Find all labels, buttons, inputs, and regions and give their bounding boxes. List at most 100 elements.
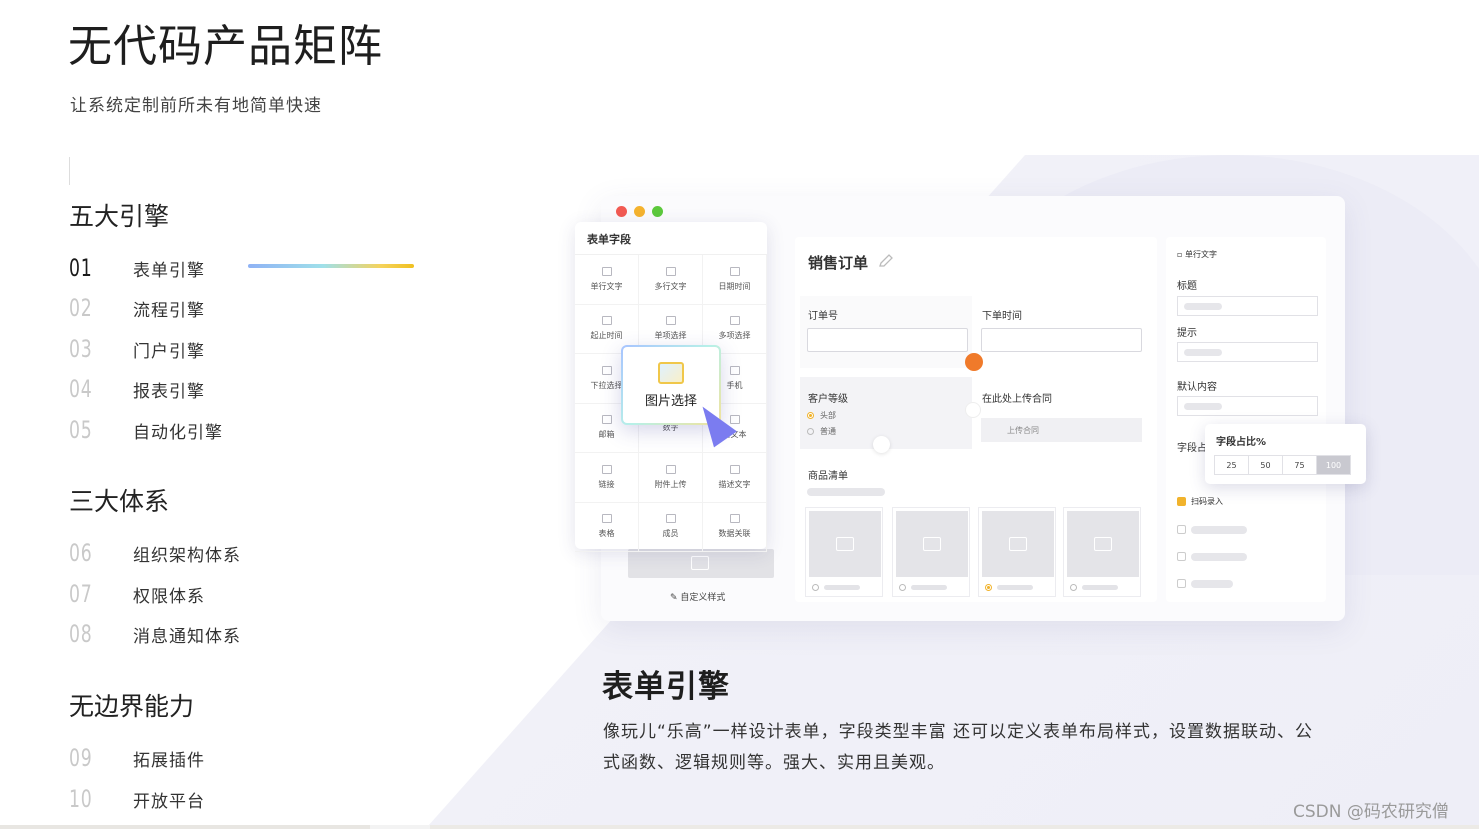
goods-label: 商品清单 bbox=[808, 471, 848, 482]
maximize-dot-icon bbox=[652, 206, 663, 217]
image-icon bbox=[658, 361, 684, 384]
product-card[interactable] bbox=[1063, 507, 1141, 597]
nav-label: 报表引擎 bbox=[133, 381, 205, 402]
default-select[interactable] bbox=[1177, 396, 1318, 416]
watermark: CSDN @码农研究僧 bbox=[1293, 802, 1449, 822]
level-option-normal[interactable]: 普通 bbox=[807, 426, 836, 437]
nav-number: 08 bbox=[69, 620, 93, 648]
option-checkbox[interactable] bbox=[1177, 525, 1186, 534]
radio bbox=[807, 428, 814, 435]
nav-number: 01 bbox=[69, 254, 93, 282]
bottom-bar bbox=[0, 825, 1479, 829]
nav-item-open-platform[interactable]: 10 开放平台 bbox=[69, 782, 205, 816]
order-no-input[interactable] bbox=[807, 328, 968, 352]
order-time-input[interactable] bbox=[981, 328, 1142, 352]
nav-item-plugins[interactable]: 09 拓展插件 bbox=[69, 741, 205, 775]
field-item[interactable]: 数据关联 bbox=[703, 502, 767, 552]
title-input[interactable] bbox=[1177, 296, 1318, 316]
custom-style-link[interactable]: ✎ 自定义样式 bbox=[670, 590, 725, 603]
image-placeholder bbox=[628, 549, 774, 578]
width-popup: 字段占比% 25 50 75 100 bbox=[1205, 424, 1366, 484]
field-icon bbox=[601, 365, 612, 375]
field-icon bbox=[729, 514, 740, 524]
contract-label: 在此处上传合同 bbox=[982, 394, 1052, 405]
nav-label: 开放平台 bbox=[133, 791, 205, 812]
arrow-down-icon[interactable] bbox=[873, 436, 890, 453]
default-label: 默认内容 bbox=[1177, 382, 1217, 393]
width-option[interactable]: 75 bbox=[1282, 455, 1317, 475]
nav-number: 06 bbox=[69, 539, 93, 567]
nav-item-org-system[interactable]: 06 组织架构体系 bbox=[69, 536, 241, 570]
close-dot-icon bbox=[616, 206, 627, 217]
nav-item-workflow-engine[interactable]: 02 流程引擎 bbox=[69, 291, 205, 325]
nav-number: 05 bbox=[69, 416, 93, 444]
fields-panel-title: 表单字段 bbox=[587, 233, 631, 246]
group-title-capabilities: 无边界能力 bbox=[69, 692, 195, 721]
nav-item-portal-engine[interactable]: 03 门户引擎 bbox=[69, 332, 205, 366]
image-icon bbox=[923, 537, 941, 551]
field-icon bbox=[729, 266, 740, 276]
nav-number: 09 bbox=[69, 744, 93, 772]
nav-label: 组织架构体系 bbox=[133, 545, 241, 566]
group-title-systems: 三大体系 bbox=[69, 487, 170, 516]
divider bbox=[69, 157, 70, 185]
field-item[interactable]: 描述文字 bbox=[703, 453, 767, 503]
window-controls bbox=[616, 206, 663, 217]
level-option-head[interactable]: 头部 bbox=[807, 410, 836, 421]
nav-label: 表单引擎 bbox=[133, 260, 205, 281]
placeholder-bar bbox=[1191, 553, 1247, 561]
nav-label: 权限体系 bbox=[133, 586, 205, 607]
field-item[interactable]: 日期时间 bbox=[703, 255, 767, 305]
image-icon bbox=[1009, 537, 1027, 551]
edit-icon[interactable] bbox=[878, 253, 894, 269]
nav-label: 自动化引擎 bbox=[133, 422, 223, 443]
customer-level-label: 客户等级 bbox=[808, 394, 848, 405]
option-checkbox[interactable] bbox=[1177, 579, 1186, 588]
nav-label: 门户引擎 bbox=[133, 341, 205, 362]
field-item[interactable]: 表格 bbox=[575, 502, 639, 552]
popup-title: 字段占比% bbox=[1216, 437, 1267, 448]
field-item[interactable]: 链接 bbox=[575, 453, 639, 503]
width-option[interactable]: 25 bbox=[1214, 455, 1249, 475]
scan-checkbox[interactable] bbox=[1177, 497, 1186, 506]
nav-item-notification-system[interactable]: 08 消息通知体系 bbox=[69, 617, 241, 651]
nav-item-form-engine[interactable]: 01 表单引擎 bbox=[69, 251, 205, 285]
hint-input[interactable] bbox=[1177, 342, 1318, 362]
placeholder-bar bbox=[1191, 580, 1233, 588]
section-description: 像玩儿“乐高”一样设计表单，字段类型丰富 还可以定义表单布局样式，设置数据联动、… bbox=[603, 722, 1314, 773]
product-card[interactable] bbox=[892, 507, 970, 597]
nav-item-automation-engine[interactable]: 05 自动化引擎 bbox=[69, 413, 223, 447]
width-option-selected[interactable]: 100 bbox=[1316, 455, 1351, 475]
page-title: 无代码产品矩阵 bbox=[68, 21, 383, 72]
product-card[interactable] bbox=[805, 507, 883, 597]
nav-number: 07 bbox=[69, 580, 93, 608]
nav-item-permission-system[interactable]: 07 权限体系 bbox=[69, 577, 205, 611]
upload-button[interactable]: 上传合同 bbox=[981, 418, 1142, 442]
nav-item-report-engine[interactable]: 04 报表引擎 bbox=[69, 372, 205, 406]
field-icon bbox=[601, 415, 612, 425]
field-icon bbox=[729, 464, 740, 474]
product-card[interactable] bbox=[978, 507, 1056, 597]
width-option[interactable]: 50 bbox=[1248, 455, 1283, 475]
order-no-label: 订单号 bbox=[808, 311, 838, 322]
option-checkbox[interactable] bbox=[1177, 552, 1186, 561]
active-indicator bbox=[248, 264, 414, 268]
hint-label: 提示 bbox=[1177, 328, 1197, 339]
field-item[interactable]: 附件上传 bbox=[639, 453, 703, 503]
field-item[interactable]: 单行文字 bbox=[575, 255, 639, 305]
nav-number: 10 bbox=[69, 785, 93, 813]
field-item[interactable]: 多行文字 bbox=[639, 255, 703, 305]
group-title-engines: 五大引擎 bbox=[69, 202, 170, 231]
placeholder-bar bbox=[807, 488, 885, 496]
field-icon bbox=[601, 316, 612, 326]
image-icon bbox=[836, 537, 854, 551]
delete-icon[interactable] bbox=[965, 353, 983, 371]
field-type-label: ▫ 单行文字 bbox=[1177, 250, 1217, 259]
field-item[interactable]: 成员 bbox=[639, 502, 703, 552]
swap-icon[interactable] bbox=[965, 402, 981, 418]
image-icon bbox=[1094, 537, 1112, 551]
field-icon bbox=[601, 514, 612, 524]
nav-number: 04 bbox=[69, 375, 93, 403]
field-icon bbox=[601, 464, 612, 474]
width-segmented-control: 25 50 75 100 bbox=[1214, 455, 1351, 475]
